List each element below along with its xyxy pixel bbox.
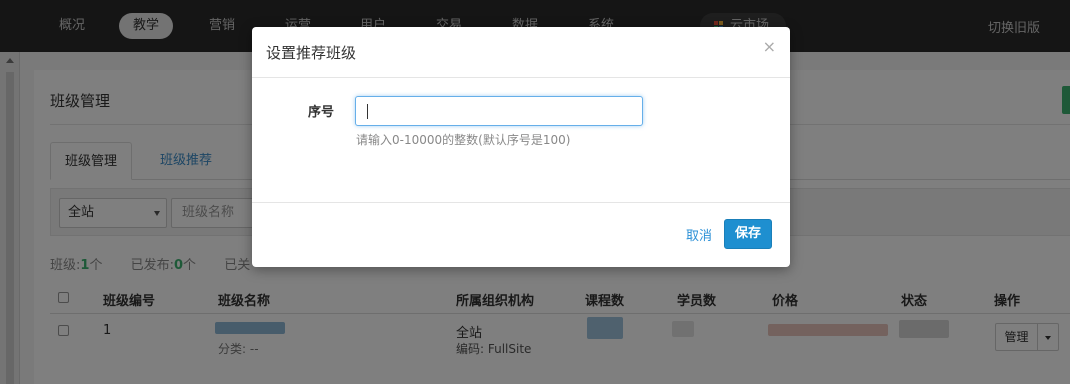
divider bbox=[252, 202, 790, 203]
sequence-input[interactable] bbox=[355, 96, 643, 126]
save-button[interactable]: 保存 bbox=[724, 219, 772, 249]
divider bbox=[252, 77, 790, 78]
cancel-button[interactable]: 取消 bbox=[686, 225, 712, 244]
recommend-class-dialog: 设置推荐班级 × 序号 请输入0-10000的整数(默认序号是100) 取消 保… bbox=[252, 27, 790, 267]
modal-title: 设置推荐班级 bbox=[266, 44, 357, 62]
sequence-help-text: 请输入0-10000的整数(默认序号是100) bbox=[356, 133, 571, 147]
sequence-label: 序号 bbox=[308, 105, 335, 120]
text-cursor bbox=[367, 104, 368, 119]
close-icon[interactable]: × bbox=[763, 39, 776, 55]
